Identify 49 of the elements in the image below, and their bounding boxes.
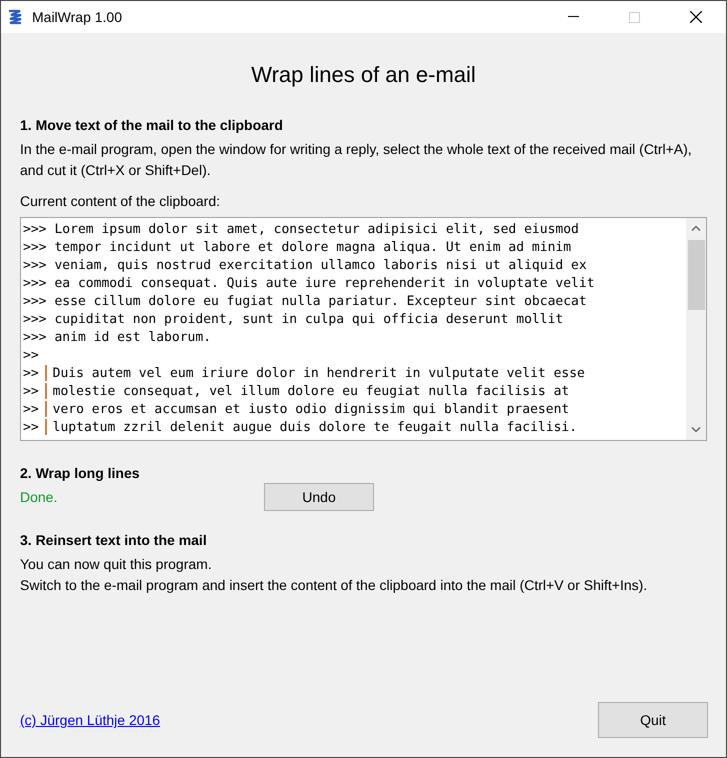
text-line: veniam, quis nostrud exercitation ullamco laboris nisi ut aliquid ex (54, 258, 587, 272)
text-line: Lorem ipsum dolor sit amet, consectetur adipisici elit, sed eiusmod (54, 222, 579, 236)
clipboard-text-area[interactable] (20, 217, 707, 441)
undo-button[interactable]: Undo (264, 483, 374, 511)
status-text: Done. (20, 489, 58, 505)
text-line: Duis autem vel eum iriure dolor in hendrerit in vulputate velit esse (52, 366, 585, 380)
quote-marker: >> (23, 402, 39, 416)
section-title: 2. Wrap long lines (20, 465, 141, 481)
section-title: 1. Move text of the mail to the clipboard (20, 117, 284, 133)
quote-marker: >> (23, 366, 39, 380)
maximize-icon (629, 12, 640, 22)
page-heading: Wrap lines of an e-mail (251, 62, 476, 88)
quote-bar (44, 365, 47, 381)
app-icon (7, 9, 23, 25)
quote-marker: >>> (23, 330, 46, 344)
scroll-down-icon[interactable] (691, 427, 701, 433)
text-line: ea commodi consequat. Quis aute iure reprehenderit in voluptate velit (54, 276, 595, 290)
text-line: tempor incidunt ut labore et dolore magna aliqua. Ut enim ad minim (54, 240, 572, 254)
quote-marker: >> (23, 348, 39, 362)
quote-bar (44, 419, 47, 435)
text-line: molestie consequat, vel illum dolore eu feugiat nulla facilisis at (52, 384, 570, 398)
scroll-thumb[interactable] (688, 240, 704, 310)
text-line: esse cillum dolore eu fugiat nulla pariatur. Excepteur sint obcaecat (54, 294, 587, 308)
quote-marker: >>> (23, 312, 46, 326)
quote-marker: >> (23, 384, 39, 398)
scroll-up-icon[interactable] (691, 225, 701, 231)
minimize-icon (568, 16, 579, 18)
section-title: 3. Reinsert text into the mail (20, 532, 208, 548)
close-icon (690, 11, 702, 23)
text-line: cupiditat non proident, sunt in culpa qui officia deserunt mollit (54, 312, 564, 326)
text-line: anim id est laborum. (54, 330, 212, 344)
instruction-text: Switch to the e-mail program and insert the content of the clipboard into the mail (Ctrl+V or Shift+Ins). (20, 576, 648, 595)
quote-marker: >>> (23, 258, 46, 272)
quote-marker: >>> (23, 240, 46, 254)
quote-marker: >>> (23, 276, 46, 290)
scrollbar[interactable] (686, 218, 706, 440)
text-line: vero eros et accumsan et iusto odio dignissim qui blandit praesent (52, 402, 570, 416)
instruction-text: In the e-mail program, open the window for writing a reply, select the whole text of the received mail (Ctrl+A), and cut it (Ctrl+X or Shift+Del). (20, 140, 693, 180)
quote-marker: >>> (23, 294, 46, 308)
quote-marker: >>> (23, 222, 46, 236)
field-label: Current content of the clipboard: (20, 193, 222, 209)
quote-bar (44, 401, 47, 417)
quote-bar (44, 383, 47, 399)
text-line: luptatum zzril delenit augue duis dolore te feugait nulla facilisi. (52, 420, 578, 434)
quit-button[interactable]: Quit (598, 702, 708, 738)
window-title: MailWrap 1.00 (32, 9, 122, 25)
copyright-link[interactable]: (c) Jürgen Lüthje 2016 (20, 712, 160, 728)
instruction-text: You can now quit this program. (20, 555, 213, 574)
quote-marker: >> (23, 420, 39, 434)
